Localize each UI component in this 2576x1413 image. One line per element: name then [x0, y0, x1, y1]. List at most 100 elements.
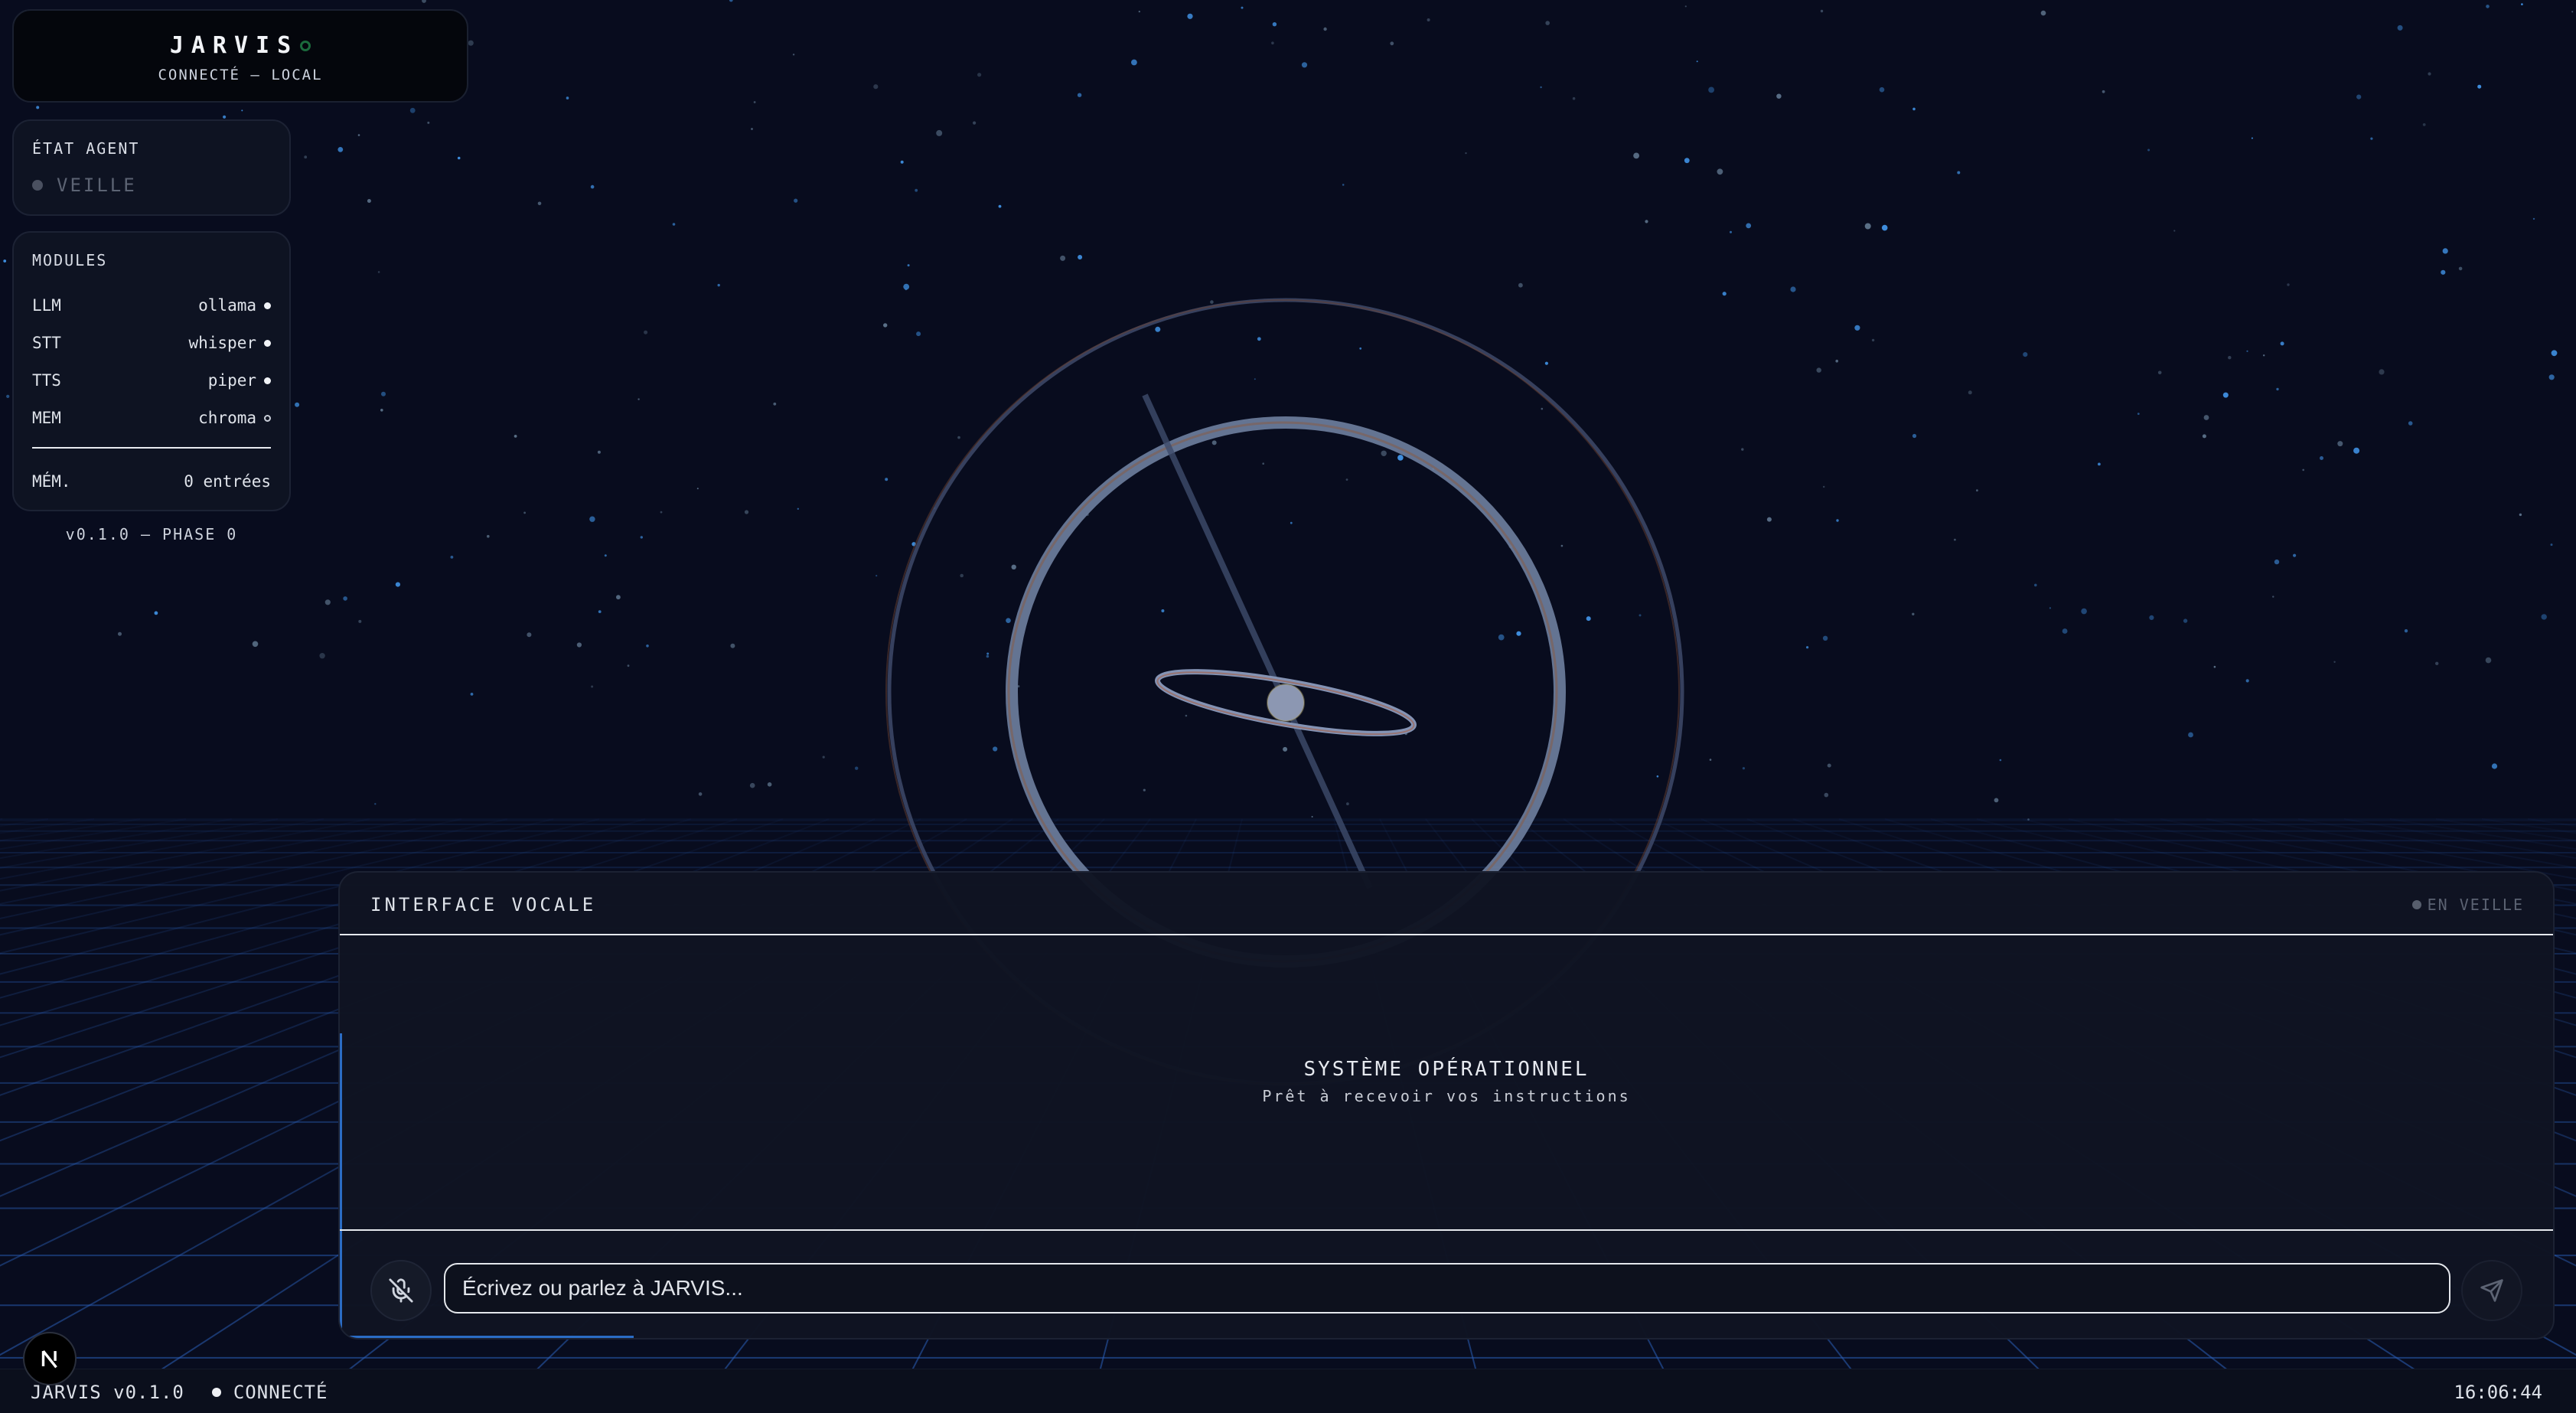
star — [358, 619, 362, 623]
clock: 16:06:44 — [2454, 1382, 2542, 1403]
send-button[interactable] — [2461, 1260, 2522, 1321]
star — [1271, 41, 1274, 44]
star — [883, 323, 888, 328]
module-row-mem: MEM chroma — [32, 406, 271, 429]
star — [2293, 553, 2297, 557]
star — [324, 599, 331, 605]
star — [1709, 759, 1712, 761]
star — [1272, 22, 1277, 27]
star — [1999, 759, 2002, 762]
star — [589, 516, 595, 522]
module-inactive-dot-icon — [264, 414, 271, 422]
star — [2337, 441, 2343, 447]
star — [1957, 171, 1961, 175]
star — [2486, 5, 2490, 8]
star — [1541, 407, 1544, 410]
star — [1912, 433, 1917, 439]
star — [1684, 5, 1687, 8]
star — [698, 792, 703, 796]
star — [377, 271, 380, 273]
star — [2246, 350, 2248, 352]
star — [1806, 646, 1809, 649]
star — [487, 534, 490, 538]
mic-toggle-button[interactable] — [370, 1260, 432, 1321]
star — [1994, 798, 1999, 803]
chat-input[interactable] — [444, 1263, 2450, 1313]
star — [751, 128, 753, 130]
star — [597, 450, 601, 454]
star — [2203, 415, 2209, 420]
star — [2263, 354, 2265, 357]
module-value: chroma — [198, 409, 256, 427]
star — [646, 644, 649, 648]
star — [1345, 478, 1348, 481]
star — [2034, 583, 2037, 587]
system-message-subtitle: Prêt à recevoir vos instructions — [1262, 1087, 1631, 1105]
star — [1954, 538, 1956, 541]
grid-line — [0, 818, 3, 821]
star — [822, 755, 825, 759]
star — [2422, 123, 2426, 126]
star — [380, 409, 383, 412]
voice-interface-panel: INTERFACE VOCALE EN VEILLE SYSTÈME OPÉRA… — [338, 871, 2555, 1340]
star — [409, 107, 416, 113]
star — [2428, 72, 2431, 76]
star — [1645, 220, 1648, 224]
star — [1540, 86, 1542, 89]
star — [1708, 86, 1715, 93]
star — [2302, 468, 2304, 472]
star — [900, 160, 904, 164]
module-key: MEM — [32, 409, 61, 427]
star — [2251, 137, 2253, 139]
star — [1498, 634, 1505, 641]
brand-panel: JARVIS CONNECTÉ — LOCAL — [12, 9, 468, 103]
star — [1011, 564, 1016, 569]
star — [644, 330, 648, 334]
module-active-dot-icon — [264, 377, 271, 384]
star — [1161, 609, 1165, 612]
star — [2458, 266, 2463, 271]
mic-off-icon — [389, 1278, 413, 1303]
star — [1730, 230, 1732, 233]
star — [367, 199, 371, 203]
star — [427, 121, 430, 124]
star — [1741, 448, 1744, 451]
star — [2356, 94, 2362, 100]
star — [1187, 13, 1193, 19]
star — [2023, 352, 2028, 357]
star — [2519, 513, 2522, 517]
star — [1006, 618, 1011, 623]
star — [2548, 374, 2555, 380]
agent-state-panel: ÉTAT AGENT VEILLE — [12, 119, 291, 216]
star — [2274, 559, 2280, 565]
star — [1696, 60, 1698, 63]
modules-divider — [32, 447, 271, 449]
star — [1824, 792, 1829, 798]
star — [2183, 618, 2188, 623]
star — [1717, 168, 1723, 175]
input-divider — [340, 1229, 2553, 1231]
module-key: TTS — [32, 371, 61, 390]
idle-dot-icon — [32, 180, 43, 191]
star — [730, 643, 735, 648]
status-bar: JARVIS v0.1.0 CONNECTÉ 16:06:44 — [0, 1369, 2576, 1413]
connection-dot-icon — [211, 1388, 221, 1397]
star — [2441, 269, 2446, 275]
star — [2276, 387, 2279, 391]
nextjs-logo-icon — [41, 1350, 57, 1369]
star — [2532, 217, 2535, 220]
nextjs-dev-badge[interactable] — [23, 1332, 77, 1385]
star — [1968, 390, 1972, 395]
star — [1742, 767, 1745, 770]
star — [1639, 614, 1642, 617]
star — [773, 402, 777, 406]
star — [1155, 326, 1161, 332]
star — [2222, 392, 2229, 398]
send-icon — [2480, 1279, 2503, 1302]
star — [457, 156, 461, 160]
star — [252, 641, 259, 648]
star — [957, 436, 960, 439]
grid-line — [0, 818, 49, 827]
star — [1211, 440, 1217, 445]
star — [591, 685, 594, 688]
